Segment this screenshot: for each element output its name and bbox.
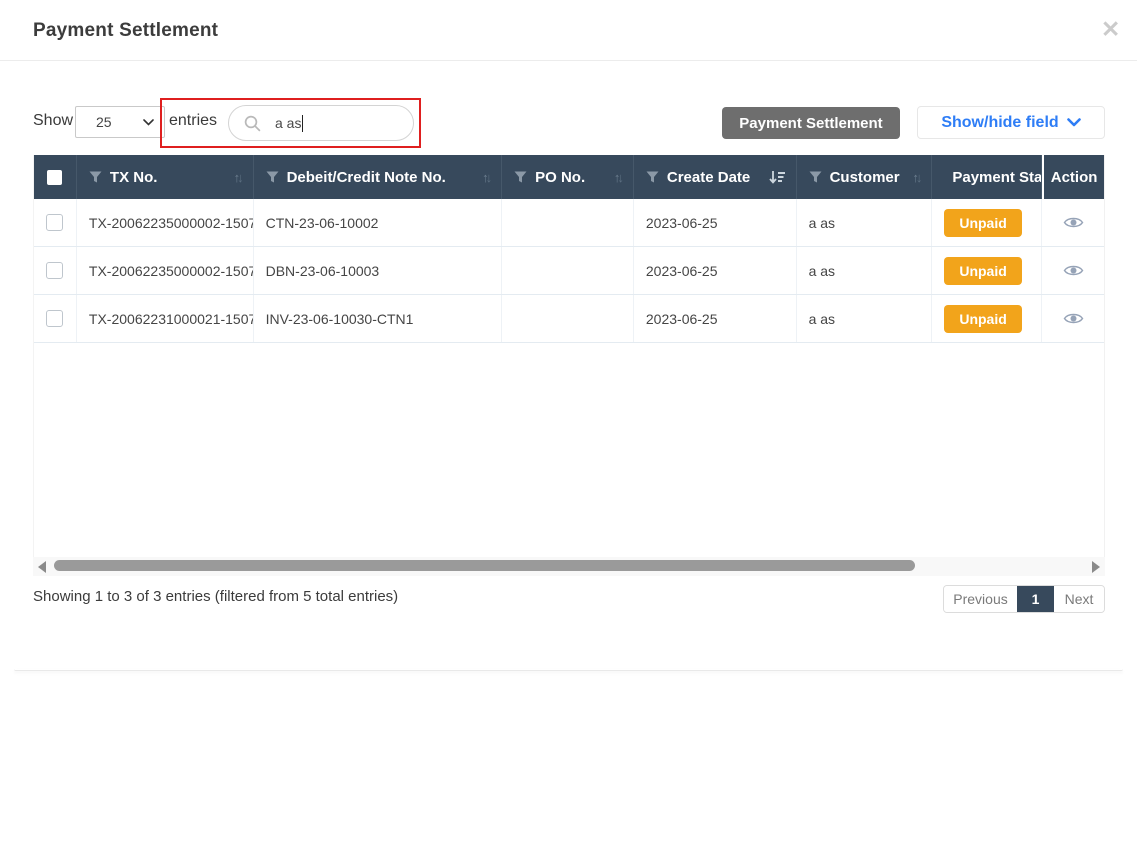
pagination: Previous 1 Next	[943, 585, 1105, 613]
show-hide-field-button[interactable]: Show/hide field	[917, 106, 1105, 139]
cell-action	[1042, 199, 1104, 246]
header-label: Customer	[829, 168, 900, 186]
payment-settlement-table: TX No. ↑↓ Debeit/Credit Note No. ↑↓ PO No. ↑↓…	[33, 155, 1105, 557]
filter-icon[interactable]	[646, 171, 659, 183]
entries-info: Showing 1 to 3 of 3 entries (filtered fr…	[33, 588, 399, 605]
cell-po_no	[502, 295, 634, 342]
cell-tx_no: TX-20062235000002-15076	[77, 199, 254, 246]
table-row: TX-20062235000002-15076 DBN-23-06-10003 20…	[34, 247, 1104, 295]
eye-icon[interactable]	[1063, 312, 1084, 325]
cell-note_no: INV-23-06-10030-CTN1	[254, 295, 503, 342]
eye-icon[interactable]	[1063, 216, 1084, 229]
modal-bottom-divider	[14, 669, 1123, 671]
cell-payment_status: Unpaid	[932, 199, 1043, 246]
cell-tx_no: TX-20062231000021-15076	[77, 295, 254, 342]
header-label: PO No.	[535, 168, 586, 186]
sort-icon[interactable]: ↑↓	[482, 170, 492, 185]
row-checkbox[interactable]	[46, 262, 64, 279]
cell-create_date: 2023-06-25	[634, 247, 797, 294]
search-icon	[244, 115, 261, 131]
next-button[interactable]: Next	[1054, 586, 1104, 612]
cell-create_date: 2023-06-25	[634, 199, 797, 246]
sort-icon[interactable]: ↑↓	[234, 170, 244, 185]
page-title: Payment Settlement	[33, 20, 219, 41]
filter-icon[interactable]	[89, 171, 102, 183]
chevron-down-icon	[143, 118, 154, 126]
header-label: Create Date	[666, 168, 751, 186]
select-all-checkbox[interactable]	[47, 169, 63, 185]
cell-create_date: 2023-06-25	[634, 295, 797, 342]
cell-note_no: CTN-23-06-10002	[254, 199, 503, 246]
header-cell-action[interactable]: Action	[1042, 155, 1104, 199]
close-icon[interactable]: ✕	[1101, 18, 1120, 41]
header-cell-payment_status[interactable]: Payment Sta	[932, 155, 1043, 199]
cell-select	[34, 199, 77, 246]
cell-payment_status: Unpaid	[932, 247, 1043, 294]
header-cell-tx_no[interactable]: TX No. ↑↓	[77, 155, 254, 199]
header-cell-create_date[interactable]: Create Date	[634, 155, 797, 199]
header-cell-customer[interactable]: Customer ↑↓	[797, 155, 933, 199]
cell-customer: a as	[797, 295, 933, 342]
header-label: TX No.	[109, 168, 158, 186]
header-cell-select	[34, 155, 77, 199]
filter-icon[interactable]	[809, 171, 822, 183]
text-cursor	[302, 114, 304, 132]
entries-label: entries	[169, 112, 218, 129]
sort-icon[interactable]: ↑↓	[614, 170, 624, 185]
scroll-left-icon[interactable]	[38, 561, 46, 573]
cell-select	[34, 247, 77, 294]
eye-icon[interactable]	[1063, 264, 1084, 277]
horizontal-scrollbar[interactable]	[33, 557, 1105, 576]
scroll-right-icon[interactable]	[1092, 561, 1100, 573]
page-size-value: 25	[96, 114, 112, 130]
page-1-button[interactable]: 1	[1017, 586, 1054, 612]
entries-per-page-select[interactable]: 25	[75, 106, 165, 138]
sort-desc-icon[interactable]	[768, 170, 786, 185]
status-badge[interactable]: Unpaid	[944, 256, 1022, 285]
cell-customer: a as	[797, 247, 933, 294]
table-header: TX No. ↑↓ Debeit/Credit Note No. ↑↓ PO No. ↑↓…	[34, 155, 1104, 199]
show-hide-field-label: Show/hide field	[941, 113, 1059, 131]
header-cell-po_no[interactable]: PO No. ↑↓	[502, 155, 634, 199]
show-label: Show	[33, 112, 74, 129]
header-cell-note_no[interactable]: Debeit/Credit Note No. ↑↓	[254, 155, 503, 199]
table-row: TX-20062235000002-15076 CTN-23-06-10002 20…	[34, 199, 1104, 247]
table-body: TX-20062235000002-15076 CTN-23-06-10002 20…	[34, 199, 1104, 343]
cell-po_no	[502, 199, 634, 246]
header-label: Action	[1050, 168, 1098, 186]
table-row: TX-20062231000021-15076 INV-23-06-10030-C…	[34, 295, 1104, 343]
search-value: a as	[275, 115, 302, 131]
header-label: Payment Sta	[952, 168, 1043, 186]
cell-payment_status: Unpaid	[932, 295, 1043, 342]
status-badge[interactable]: Unpaid	[944, 304, 1022, 333]
filter-icon[interactable]	[266, 171, 279, 183]
cell-note_no: DBN-23-06-10003	[254, 247, 503, 294]
header-label: Debeit/Credit Note No.	[286, 168, 446, 186]
chevron-down-icon	[1066, 118, 1081, 127]
previous-button[interactable]: Previous	[944, 586, 1017, 612]
sort-icon[interactable]: ↑↓	[912, 170, 922, 185]
row-checkbox[interactable]	[46, 310, 64, 327]
search-input[interactable]: a as	[228, 105, 414, 141]
cell-action	[1042, 295, 1104, 342]
row-checkbox[interactable]	[46, 214, 64, 231]
scrollbar-thumb[interactable]	[54, 560, 915, 571]
cell-customer: a as	[797, 199, 933, 246]
cell-action	[1042, 247, 1104, 294]
status-badge[interactable]: Unpaid	[944, 208, 1022, 237]
header-divider	[0, 60, 1137, 61]
payment-settlement-button[interactable]: Payment Settlement	[722, 107, 900, 139]
cell-po_no	[502, 247, 634, 294]
cell-tx_no: TX-20062235000002-15076	[77, 247, 254, 294]
filter-icon[interactable]	[514, 171, 527, 183]
cell-select	[34, 295, 77, 342]
